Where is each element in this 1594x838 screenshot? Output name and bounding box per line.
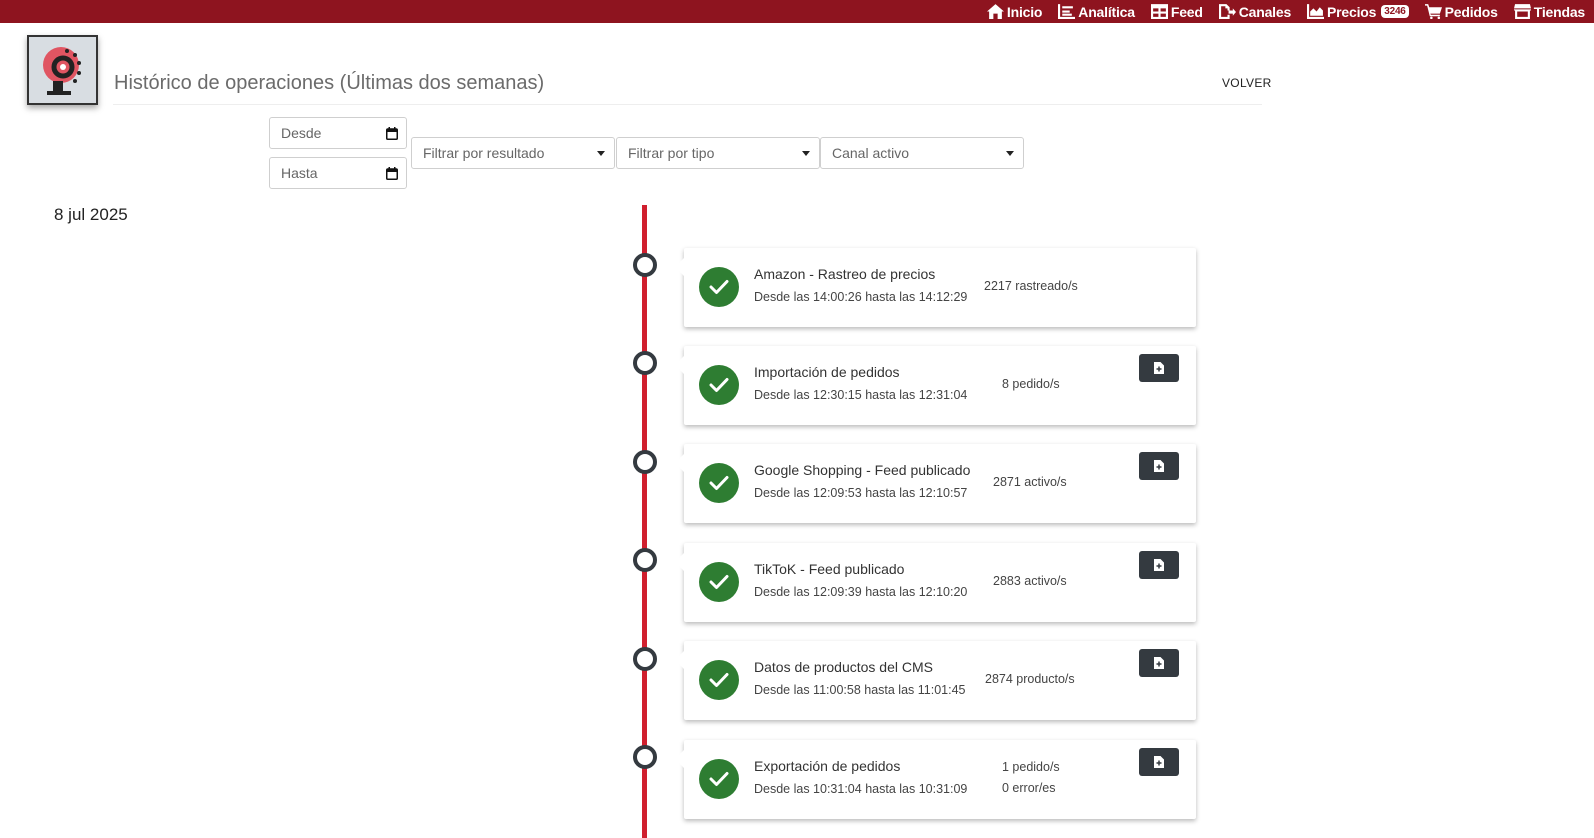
file-plus-icon (1154, 657, 1164, 669)
nav-label-inicio: Inicio (1006, 3, 1043, 20)
cart-icon (1424, 4, 1442, 19)
operation-count: 8 pedido/s (1002, 377, 1060, 391)
nav-item-canales[interactable]: Canales (1218, 3, 1292, 20)
export-file-icon (1218, 4, 1236, 19)
operation-card: Google Shopping - Feed publicado Desde l… (675, 444, 1196, 523)
operation-count: 2883 activo/s (993, 574, 1067, 588)
timeline-node (633, 351, 657, 375)
nav-label-tiendas: Tiendas (1533, 3, 1585, 20)
timeline-node (633, 450, 657, 474)
app-logo[interactable] (27, 35, 98, 105)
operation-card: Importación de pedidos Desde las 12:30:1… (675, 346, 1196, 425)
file-plus-icon (1154, 559, 1164, 571)
operation-card: Exportación de pedidos Desde las 10:31:0… (675, 740, 1196, 819)
operation-count: 1 pedido/s (1002, 760, 1060, 774)
calendar-icon (386, 126, 398, 140)
nav-label-pedidos: Pedidos (1444, 3, 1498, 20)
operation-time: Desde las 14:00:26 hasta las 14:12:29 (754, 290, 968, 304)
top-navbar: Inicio Analítica Feed Canales Precios 32… (0, 0, 1594, 23)
view-log-button[interactable] (1139, 748, 1179, 776)
operation-title: Amazon - Rastreo de precios (754, 266, 936, 282)
success-check-icon (699, 267, 739, 307)
success-check-icon (699, 660, 739, 700)
chevron-down-icon (802, 150, 810, 156)
operation-time: Desde las 10:31:04 hasta las 10:31:09 (754, 782, 968, 796)
operation-card: Amazon - Rastreo de precios Desde las 14… (675, 248, 1196, 327)
chevron-down-icon (597, 150, 605, 156)
back-button[interactable]: VOLVER (1222, 76, 1272, 90)
nav-label-feed: Feed (1170, 3, 1203, 20)
channel-filter-select[interactable]: Canal activo (820, 137, 1024, 169)
channel-filter-value: Canal activo (832, 145, 910, 161)
operation-title: TikToK - Feed publicado (754, 561, 905, 577)
chevron-down-icon (1006, 150, 1014, 156)
type-filter-value: Filtrar por tipo (628, 145, 715, 161)
operation-title: Exportación de pedidos (754, 758, 901, 774)
type-filter-select[interactable]: Filtrar por tipo (616, 137, 820, 169)
main-nav: Inicio Analítica Feed Canales Precios 32… (986, 0, 1585, 23)
view-log-button[interactable] (1139, 649, 1179, 677)
area-chart-icon (1307, 4, 1325, 19)
operation-title: Datos de productos del CMS (754, 659, 933, 675)
timeline-line (642, 205, 647, 838)
timeline-node (633, 548, 657, 572)
nav-label-analitica: Analítica (1078, 3, 1135, 20)
file-plus-icon (1154, 460, 1164, 472)
nav-item-precios[interactable]: Precios 3246 (1307, 4, 1409, 20)
success-check-icon (699, 562, 739, 602)
timeline-node (633, 647, 657, 671)
success-check-icon (699, 759, 739, 799)
success-check-icon (699, 365, 739, 405)
table-icon (1150, 4, 1168, 19)
view-log-button[interactable] (1139, 452, 1179, 480)
operation-count: 2874 producto/s (985, 672, 1075, 686)
date-to-input[interactable]: Hasta (269, 157, 407, 189)
operation-count: 2217 rastreado/s (984, 279, 1078, 293)
operation-title: Importación de pedidos (754, 364, 900, 380)
timeline-node (633, 253, 657, 277)
nav-label-precios: Precios (1327, 3, 1377, 20)
date-from-placeholder: Desde (281, 125, 322, 141)
file-plus-icon (1154, 756, 1164, 768)
operation-time: Desde las 12:09:53 hasta las 12:10:57 (754, 486, 968, 500)
nav-item-inicio[interactable]: Inicio (986, 3, 1043, 20)
operation-errors: 0 error/es (1002, 781, 1056, 795)
view-log-button[interactable] (1139, 551, 1179, 579)
store-icon (1513, 4, 1531, 19)
date-from-input[interactable]: Desde (269, 117, 407, 149)
view-log-button[interactable] (1139, 354, 1179, 382)
operation-card: Datos de productos del CMS Desde las 11:… (675, 641, 1196, 720)
nav-item-analitica[interactable]: Analítica (1058, 4, 1135, 20)
operation-count: 2871 activo/s (993, 475, 1067, 489)
nav-label-canales: Canales (1238, 3, 1292, 20)
result-filter-select[interactable]: Filtrar por resultado (411, 137, 615, 169)
header-divider (113, 104, 1262, 105)
nav-item-pedidos[interactable]: Pedidos (1424, 3, 1498, 20)
logo-graphic (42, 47, 81, 95)
nav-item-tiendas[interactable]: Tiendas (1513, 3, 1585, 20)
date-group-label: 8 jul 2025 (54, 205, 128, 224)
nav-item-feed[interactable]: Feed (1150, 3, 1203, 20)
operation-card: TikToK - Feed publicado Desde las 12:09:… (675, 543, 1196, 622)
operation-title: Google Shopping - Feed publicado (754, 462, 971, 478)
page-title: Histórico de operaciones (Últimas dos se… (114, 72, 545, 94)
calendar-icon (386, 166, 398, 180)
date-to-placeholder: Hasta (281, 165, 318, 181)
success-check-icon (699, 463, 739, 503)
home-icon (986, 4, 1004, 19)
result-filter-value: Filtrar por resultado (423, 145, 545, 161)
operation-time: Desde las 12:30:15 hasta las 12:31:04 (754, 388, 968, 402)
operation-time: Desde las 11:00:58 hasta las 11:01:45 (754, 683, 966, 697)
prices-count-badge: 3246 (1381, 5, 1409, 18)
operation-time: Desde las 12:09:39 hasta las 12:10:20 (754, 585, 968, 599)
file-plus-icon (1154, 362, 1164, 374)
analytics-icon (1058, 4, 1076, 19)
timeline-node (633, 745, 657, 769)
